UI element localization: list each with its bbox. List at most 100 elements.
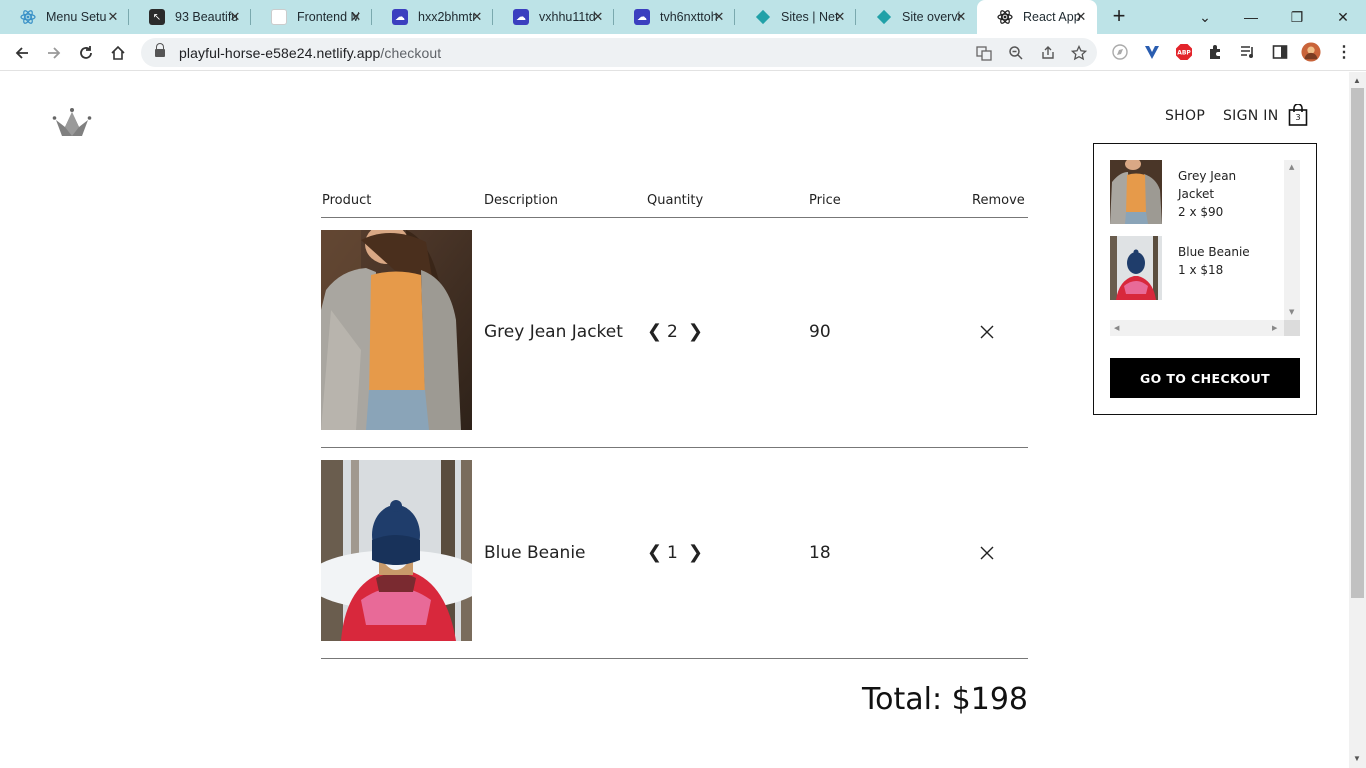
- decrease-quantity-button[interactable]: ❮: [647, 542, 662, 563]
- quantity-stepper: ❮ 2 ❯: [647, 321, 703, 342]
- scroll-up-icon[interactable]: ▲: [1353, 76, 1361, 85]
- dropdown-vertical-scrollbar[interactable]: ▲ ▼: [1284, 160, 1300, 320]
- react-icon: [997, 9, 1013, 25]
- close-tab-icon[interactable]: ✕: [227, 9, 243, 25]
- tab-site-overview[interactable]: Site overvi ✕: [856, 0, 977, 34]
- close-tab-icon[interactable]: ✕: [348, 9, 364, 25]
- nav-signin-link[interactable]: SIGN IN: [1223, 108, 1279, 124]
- decrease-quantity-button[interactable]: ❮: [647, 321, 662, 342]
- forward-icon[interactable]: [41, 40, 67, 66]
- tab-sites-netlify[interactable]: Sites | Net ✕: [735, 0, 856, 34]
- browser-tab-bar: Menu Setu ✕ ↖ 93 Beautifu ✕ Frontend M ✕…: [0, 0, 1366, 34]
- remove-item-button[interactable]: [979, 545, 995, 561]
- cart-dropdown-items: Grey Jean Jacket 2 x $90 Blue Beanie 1 x…: [1110, 160, 1300, 336]
- tab-search-icon[interactable]: ⌄: [1182, 0, 1228, 34]
- page-scrollbar[interactable]: ▲ ▼: [1349, 72, 1366, 768]
- column-header-quantity: Quantity: [647, 193, 704, 208]
- column-header-remove: Remove: [972, 193, 1025, 208]
- remove-item-button[interactable]: [979, 324, 995, 340]
- quantity-stepper: ❮ 1 ❯: [647, 542, 703, 563]
- go-to-checkout-button[interactable]: GO TO CHECKOUT: [1110, 358, 1300, 398]
- cart-item-qty-price: 1 x $18: [1178, 263, 1224, 277]
- checkout-total: Total: $198: [861, 682, 1028, 717]
- cart-item-thumbnail: [1110, 236, 1162, 300]
- url-text: playful-horse-e58e24.netlify.app/checkou…: [179, 44, 442, 61]
- scrollbar-thumb[interactable]: [1351, 88, 1364, 598]
- cart-item-qty-price: 2 x $90: [1178, 205, 1224, 219]
- profile-avatar-icon[interactable]: [1301, 42, 1321, 62]
- crown-logo[interactable]: [50, 106, 94, 142]
- product-name: Grey Jean Jacket: [484, 322, 623, 342]
- product-image-grey-jean-jacket: [321, 230, 472, 430]
- scroll-right-icon[interactable]: ▶: [1272, 324, 1277, 332]
- share-icon[interactable]: [1039, 44, 1057, 62]
- tab-title: Menu Setu: [46, 10, 107, 24]
- react-icon: [20, 9, 36, 25]
- increase-quantity-button[interactable]: ❯: [688, 542, 703, 563]
- cloud-icon: ☁: [392, 9, 408, 25]
- scrollbar-corner: [1284, 320, 1300, 336]
- new-tab-icon[interactable]: +: [1107, 5, 1131, 29]
- home-icon[interactable]: [105, 40, 131, 66]
- address-bar[interactable]: playful-horse-e58e24.netlify.app/checkou…: [141, 38, 1097, 67]
- cloud-icon: ☁: [634, 9, 650, 25]
- netlify-icon: [755, 9, 771, 25]
- tab-vxhhu11td[interactable]: ☁ vxhhu11td ✕: [493, 0, 614, 34]
- scroll-up-icon[interactable]: ▲: [1289, 163, 1294, 171]
- scroll-down-icon[interactable]: ▼: [1289, 308, 1294, 316]
- heart-extension-icon[interactable]: [1142, 42, 1162, 62]
- scroll-down-icon[interactable]: ▼: [1353, 754, 1361, 763]
- cart-count: 3: [1295, 113, 1301, 122]
- close-tab-icon[interactable]: ✕: [590, 9, 606, 25]
- nav-shop-link[interactable]: SHOP: [1165, 108, 1205, 124]
- zoom-icon[interactable]: [1007, 44, 1025, 62]
- close-tab-icon[interactable]: ✕: [953, 9, 969, 25]
- translate-icon[interactable]: [975, 44, 993, 62]
- column-header-price: Price: [809, 193, 841, 208]
- cart-item-details: Grey Jean Jacket 2 x $90: [1178, 167, 1278, 221]
- minimize-icon[interactable]: —: [1228, 0, 1274, 34]
- browser-toolbar: playful-horse-e58e24.netlify.app/checkou…: [0, 34, 1366, 71]
- restore-icon[interactable]: ❐: [1274, 0, 1320, 34]
- tab-frontend[interactable]: Frontend M ✕: [251, 0, 372, 34]
- tab-tvh6nxttoh[interactable]: ☁ tvh6nxttoh ✕: [614, 0, 735, 34]
- cart-item-details: Blue Beanie 1 x $18: [1178, 243, 1278, 279]
- tab-react-app[interactable]: React App ✕: [977, 0, 1097, 34]
- bookmark-star-icon[interactable]: [1070, 44, 1088, 62]
- row-divider: [321, 447, 1028, 448]
- cart-item-thumbnail: [1110, 160, 1162, 224]
- column-header-product: Product: [322, 193, 372, 208]
- netlify-icon: [876, 9, 892, 25]
- close-tab-icon[interactable]: ✕: [105, 9, 121, 25]
- dropdown-horizontal-scrollbar[interactable]: ◀ ▶: [1110, 320, 1284, 336]
- tab-hxx2bhmtr[interactable]: ☁ hxx2bhmtr ✕: [372, 0, 493, 34]
- tab-menu-setup[interactable]: Menu Setu ✕: [0, 0, 129, 34]
- compass-extension-icon[interactable]: [1110, 42, 1130, 62]
- page-icon: [271, 9, 287, 25]
- quantity-value: 2: [667, 321, 678, 342]
- side-panel-icon[interactable]: [1270, 42, 1290, 62]
- cloud-icon: ☁: [513, 9, 529, 25]
- close-tab-icon[interactable]: ✕: [832, 9, 848, 25]
- product-price: 18: [809, 543, 831, 563]
- adblock-icon[interactable]: ABP: [1174, 42, 1194, 62]
- reload-icon[interactable]: [73, 40, 99, 66]
- close-tab-icon[interactable]: ✕: [1073, 9, 1089, 25]
- media-queue-icon[interactable]: [1238, 42, 1258, 62]
- cart-item-name: Grey Jean: [1178, 169, 1237, 183]
- row-divider: [321, 658, 1028, 659]
- extensions-puzzle-icon[interactable]: [1206, 42, 1226, 62]
- lock-icon: [155, 42, 165, 58]
- tab-93-beautiful[interactable]: ↖ 93 Beautifu ✕: [129, 0, 251, 34]
- product-name: Blue Beanie: [484, 543, 586, 563]
- cursor-icon: ↖: [149, 9, 165, 25]
- scroll-left-icon[interactable]: ◀: [1114, 324, 1119, 332]
- increase-quantity-button[interactable]: ❯: [688, 321, 703, 342]
- column-header-description: Description: [484, 193, 559, 208]
- back-icon[interactable]: [9, 40, 35, 66]
- shopping-bag-icon[interactable]: 3: [1288, 103, 1310, 128]
- close-tab-icon[interactable]: ✕: [469, 9, 485, 25]
- browser-menu-icon[interactable]: ⋮: [1334, 42, 1354, 62]
- close-window-icon[interactable]: ✕: [1320, 0, 1366, 34]
- close-tab-icon[interactable]: ✕: [711, 9, 727, 25]
